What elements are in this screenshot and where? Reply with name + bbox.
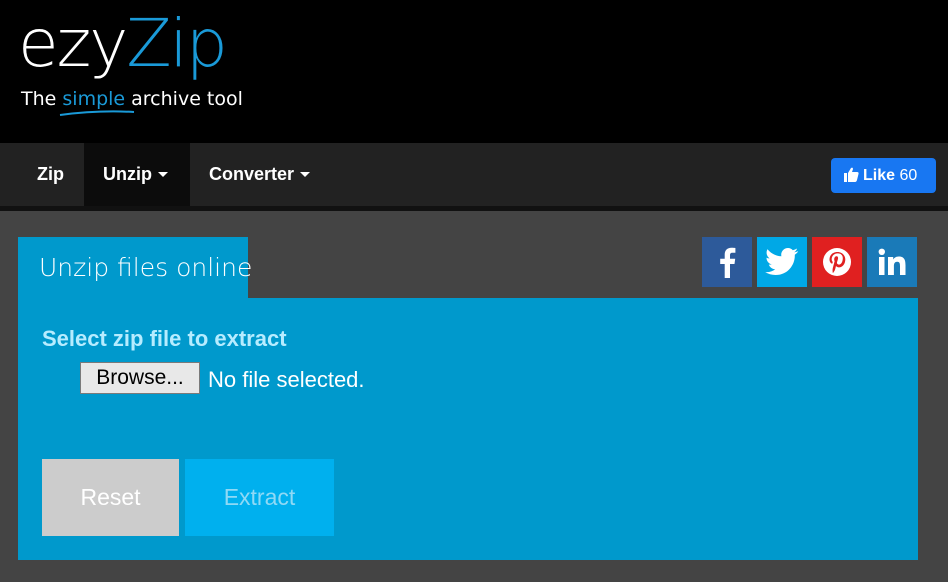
nav-converter-label: Converter (209, 164, 295, 184)
nav-zip[interactable]: Zip (20, 143, 81, 206)
main-navbar: Zip Unzip Converter (0, 143, 948, 206)
nav-zip-label: Zip (37, 164, 64, 184)
browse-button[interactable]: Browse... (80, 362, 200, 394)
logo-text-ezy: ezy (18, 5, 128, 82)
site-header: ezyZip The simple archive tool (0, 0, 948, 143)
tagline: The simple archive tool (21, 88, 243, 116)
logo[interactable]: ezyZip The simple archive tool (18, 4, 243, 116)
logo-text-zip: Zip (126, 5, 227, 82)
nav-converter-dropdown[interactable]: Converter (190, 143, 311, 206)
caret-down-icon (158, 171, 168, 177)
underline-swoosh-icon (60, 110, 135, 116)
tab-title: Unzip files online (39, 253, 253, 282)
like-count: 60 (899, 167, 918, 184)
tagline-highlight-text: simple (62, 88, 126, 110)
tab-unzip-files-online[interactable]: Unzip files online (18, 237, 252, 299)
linkedin-icon (878, 248, 906, 275)
file-status-text: No file selected. (208, 367, 365, 392)
tagline-start: The (21, 88, 63, 110)
share-linkedin-button[interactable] (867, 237, 917, 287)
facebook-icon (720, 247, 736, 278)
reset-button[interactable]: Reset (42, 459, 179, 536)
nav-unzip-label: Unzip (103, 164, 152, 184)
logo-wordmark: ezyZip (18, 4, 228, 84)
nav-unzip-dropdown[interactable]: Unzip (84, 143, 190, 206)
pinterest-icon (823, 248, 851, 276)
extract-button[interactable]: Extract (185, 459, 334, 536)
thumbs-up-icon (844, 167, 859, 182)
tagline-end: archive tool (125, 88, 243, 110)
share-pinterest-button[interactable] (812, 237, 862, 287)
caret-down-icon (300, 171, 311, 177)
select-file-label: Select zip file to extract (42, 326, 287, 351)
share-facebook-button[interactable] (702, 237, 752, 287)
share-twitter-button[interactable] (757, 237, 807, 287)
facebook-like-button[interactable]: Like 60 (831, 158, 936, 193)
like-label: Like (863, 167, 896, 184)
tagline-highlight: simple (60, 88, 135, 116)
twitter-icon (765, 248, 799, 275)
navbar-divider (0, 206, 948, 211)
